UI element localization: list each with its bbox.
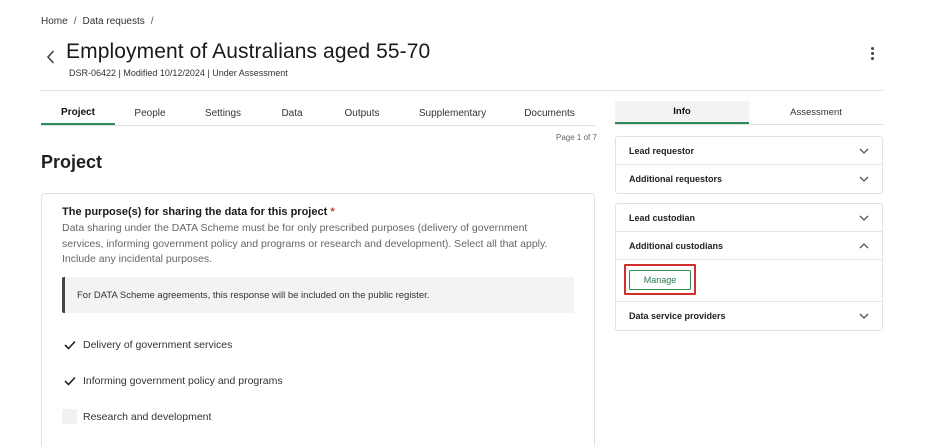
request-meta: DSR-06422 | Modified 10/12/2024 | Under …: [69, 68, 288, 78]
option-label: Informing government policy and programs: [83, 374, 283, 387]
back-button[interactable]: [42, 48, 58, 66]
question-description: Data sharing under the DATA Scheme must …: [62, 222, 548, 265]
tab-info[interactable]: Info: [615, 101, 749, 124]
checkmark-icon: [63, 376, 76, 386]
accordion-additional-requestors[interactable]: Additional requestors: [616, 165, 882, 193]
tab-documents[interactable]: Documents: [504, 101, 595, 125]
info-tabs: Info Assessment: [615, 101, 883, 125]
option-label: Research and development: [83, 410, 212, 423]
section-title: Project: [41, 152, 103, 172]
accordion-data-service-providers[interactable]: Data service providers: [616, 302, 882, 330]
checkmark-icon: [63, 340, 76, 350]
accordion-label: Additional custodians: [629, 240, 724, 251]
accordion-label: Lead custodian: [629, 212, 696, 223]
chevron-up-icon: [859, 242, 869, 250]
breadcrumb: Home / Data requests /: [41, 16, 154, 27]
chevron-down-icon: [859, 175, 869, 183]
requestors-accordion: Lead requestor Additional requestors: [615, 136, 883, 194]
breadcrumb-home[interactable]: Home: [41, 16, 68, 27]
accordion-lead-custodian[interactable]: Lead custodian: [616, 204, 882, 232]
accordion-label: Lead requestor: [629, 145, 695, 156]
tab-assessment[interactable]: Assessment: [749, 101, 883, 124]
option-informing-government-policy[interactable]: Informing government policy and programs: [62, 373, 283, 388]
page-indicator: Page 1 of 7: [556, 133, 597, 142]
header-divider: [40, 90, 883, 91]
custodians-accordion: Lead custodian Additional custodians Man…: [615, 203, 883, 331]
chevron-left-icon: [46, 50, 54, 64]
manage-button[interactable]: Manage: [629, 270, 691, 290]
question-title: The purpose(s) for sharing the data for …: [62, 206, 335, 218]
chevron-down-icon: [859, 312, 869, 320]
tab-settings[interactable]: Settings: [185, 101, 261, 125]
chevron-down-icon: [859, 214, 869, 222]
accordion-additional-custodians[interactable]: Additional custodians: [616, 232, 882, 260]
accordion-label: Additional requestors: [629, 174, 723, 184]
kebab-menu-icon[interactable]: [866, 44, 878, 62]
option-delivery-of-government-services[interactable]: Delivery of government services: [62, 337, 232, 352]
tab-people[interactable]: People: [115, 101, 185, 125]
public-register-note: For DATA Scheme agreements, this respons…: [62, 277, 574, 313]
accordion-lead-requestor[interactable]: Lead requestor: [616, 137, 882, 165]
tab-supplementary[interactable]: Supplementary: [401, 101, 504, 125]
option-label: Delivery of government services: [83, 338, 233, 351]
breadcrumb-data-requests[interactable]: Data requests: [82, 16, 144, 27]
checkbox[interactable]: [62, 409, 77, 424]
chevron-down-icon: [859, 147, 869, 155]
option-research-and-development[interactable]: Research and development: [62, 409, 211, 424]
checkbox[interactable]: [62, 373, 77, 388]
tab-outputs[interactable]: Outputs: [323, 101, 401, 125]
additional-custodians-body: Manage: [616, 260, 882, 302]
breadcrumb-separator: /: [73, 16, 77, 27]
accordion-label: Data service providers: [629, 311, 726, 321]
question-card: The purpose(s) for sharing the data for …: [41, 193, 595, 446]
question-title-text: The purpose(s) for sharing the data for …: [62, 206, 328, 218]
project-tabs: Project People Settings Data Outputs Sup…: [41, 101, 595, 126]
tab-project[interactable]: Project: [41, 101, 115, 125]
breadcrumb-separator: /: [150, 16, 154, 27]
page-title: Employment of Australians aged 55-70: [66, 40, 431, 63]
checkbox[interactable]: [62, 337, 77, 352]
tab-data[interactable]: Data: [261, 101, 323, 125]
required-mark: *: [330, 206, 335, 218]
